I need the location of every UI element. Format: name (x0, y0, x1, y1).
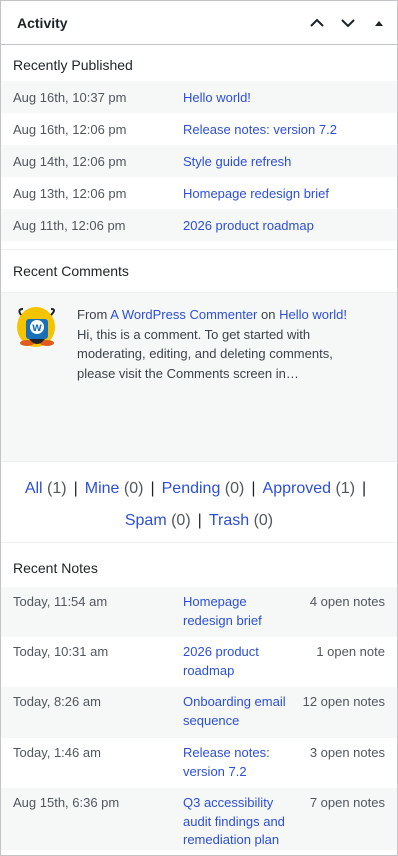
notes-list: Today, 11:54 am Homepage redesign brief … (1, 587, 397, 850)
comment-excerpt: Hi, this is a comment. To get started wi… (77, 326, 333, 381)
filter-separator: | (362, 480, 367, 497)
comment-body: From A WordPress Commenter on Hello worl… (77, 305, 367, 461)
filter-trash-count: (0) (253, 512, 274, 529)
note-count: 3 open notes (309, 745, 385, 760)
note-count: 12 open notes (302, 694, 385, 709)
note-count: 7 open notes (309, 795, 385, 810)
widget-title: Activity (17, 14, 68, 31)
chevron-up-icon (310, 18, 324, 27)
avatar: W (17, 307, 55, 347)
list-item: Aug 16th, 10:37 pm Hello world! (1, 81, 397, 113)
publish-date: Aug 16th, 12:06 pm (13, 121, 127, 137)
list-item: Today, 10:31 am 2026 product roadmap 1 o… (1, 637, 397, 687)
note-post-link[interactable]: 2026 product roadmap (183, 643, 298, 687)
list-item: Aug 16th, 12:06 pm Release notes: versio… (1, 113, 397, 145)
comment-from-label: From (77, 307, 108, 322)
list-item: Aug 14th, 12:06 pm Style guide refresh (1, 145, 397, 177)
list-item: Aug 13th, 12:06 pm Homepage redesign bri… (1, 177, 397, 209)
note-post-link[interactable]: Release notes: version 7.2 (183, 744, 298, 788)
chevron-down-icon (341, 18, 355, 27)
list-item: Aug 11th, 12:06 pm 2026 product roadmap (1, 209, 397, 241)
note-date: Today, 11:54 am (13, 594, 108, 609)
note-post-link[interactable]: Onboarding email sequence (183, 693, 298, 738)
filter-pending-link[interactable]: Pending (162, 480, 221, 497)
published-list: Aug 16th, 10:37 pm Hello world! Aug 16th… (1, 81, 397, 241)
caret-up-icon (375, 20, 383, 26)
list-item: Today, 8:26 am Onboarding email sequence… (1, 687, 397, 738)
recent-comments-heading: Recent Comments (13, 263, 129, 279)
comment-meta: From A WordPress Commenter on Hello worl… (77, 305, 367, 325)
note-post-link[interactable]: Homepage redesign brief (183, 593, 298, 637)
filter-separator: | (251, 480, 256, 497)
widget-header-controls (305, 11, 391, 35)
filter-mine-link[interactable]: Mine (85, 480, 120, 497)
filter-trash-link[interactable]: Trash (209, 512, 249, 529)
filter-all-count: (1) (47, 480, 67, 497)
note-date: Today, 1:46 am (13, 745, 101, 760)
toggle-panel-button[interactable] (367, 11, 391, 35)
filter-all-link[interactable]: All (25, 480, 43, 497)
filter-separator: | (73, 480, 78, 497)
post-link[interactable]: Style guide refresh (183, 154, 291, 169)
post-link[interactable]: Hello world! (183, 90, 251, 105)
filter-spam-count: (0) (171, 512, 191, 529)
publish-date: Aug 16th, 10:37 pm (13, 89, 127, 105)
comment-item: W From A WordPress Commenter on Hello wo… (1, 293, 397, 461)
filter-spam-link[interactable]: Spam (125, 512, 167, 529)
note-date: Today, 8:26 am (13, 694, 101, 709)
filter-separator: | (197, 512, 202, 529)
list-item: Today, 1:46 am Release notes: version 7.… (1, 738, 397, 788)
move-up-button[interactable] (305, 11, 329, 35)
note-count: 4 open notes (309, 594, 385, 609)
comment-author-link[interactable]: A WordPress Commenter (110, 307, 257, 322)
note-date: Aug 15th, 6:36 pm (13, 795, 120, 810)
list-item: Today, 11:54 am Homepage redesign brief … (1, 587, 397, 637)
filter-approved-count: (1) (335, 480, 356, 497)
publish-date: Aug 14th, 12:06 pm (13, 153, 127, 169)
note-count: 1 open note (316, 644, 385, 659)
note-date: Today, 10:31 am (13, 644, 109, 659)
filter-pending-count: (0) (224, 480, 245, 497)
move-down-button[interactable] (336, 11, 360, 35)
list-item: Aug 15th, 6:36 pm Q3 accessibility audit… (1, 788, 397, 850)
activity-widget: Activity Recently Published Aug 16th, 10… (0, 0, 398, 856)
widget-header: Activity (1, 1, 397, 45)
svg-text:W: W (32, 324, 42, 334)
publish-date: Aug 11th, 12:06 pm (13, 217, 126, 233)
comment-post-link[interactable]: Hello world! (279, 307, 347, 322)
filter-approved-link[interactable]: Approved (263, 480, 332, 497)
filter-separator: | (150, 480, 155, 497)
comment-on-label: on (261, 307, 276, 322)
comment-filters: All (1) | Mine (0) | Pending (0) | Approved (1… (1, 462, 397, 542)
recently-published-heading: Recently Published (13, 57, 133, 73)
publish-date: Aug 13th, 12:06 pm (13, 185, 127, 201)
post-link[interactable]: Release notes: version 7.2 (183, 122, 337, 137)
filter-mine-count: (0) (123, 480, 144, 497)
recent-notes-heading: Recent Notes (13, 560, 98, 576)
post-link[interactable]: 2026 product roadmap (183, 218, 314, 233)
note-post-link[interactable]: Q3 accessibility audit findings and reme… (183, 794, 298, 850)
post-link[interactable]: Homepage redesign brief (183, 186, 329, 201)
